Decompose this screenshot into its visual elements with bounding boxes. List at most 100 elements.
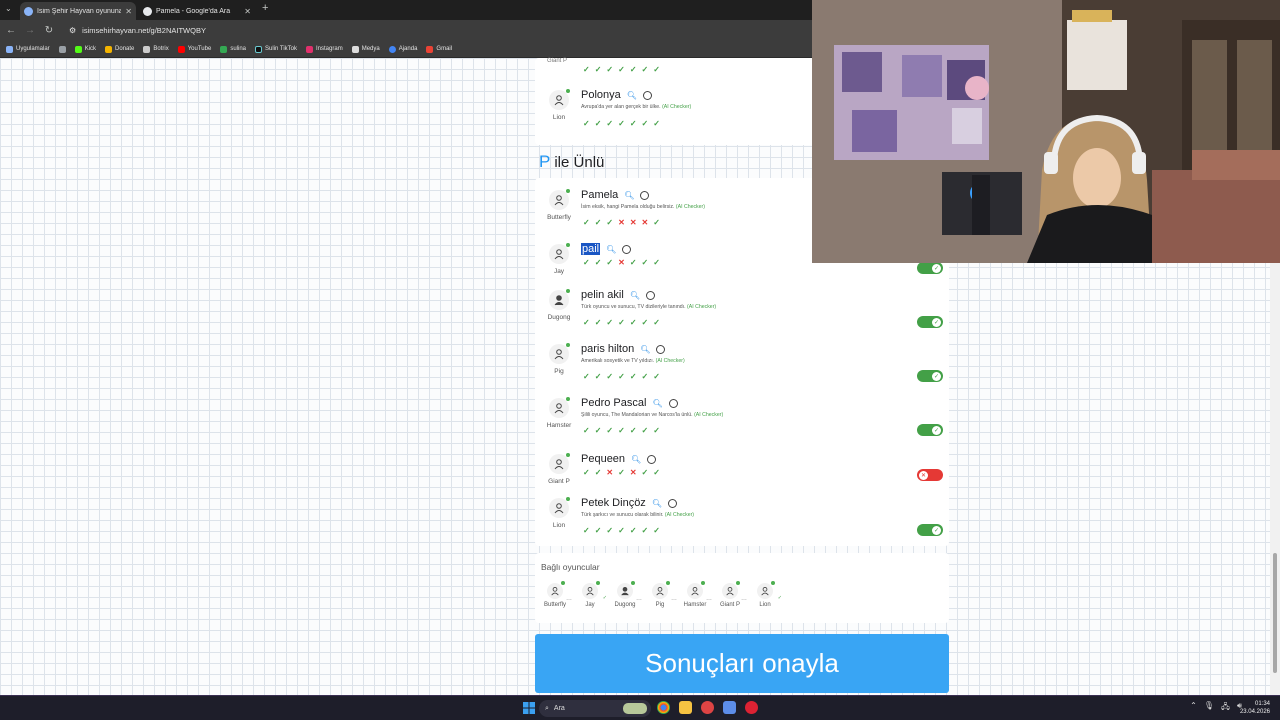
vote-ok-icon[interactable]: ✓ xyxy=(595,372,602,381)
windows-start-icon[interactable] xyxy=(523,702,535,714)
vote-ok-icon[interactable]: ✓ xyxy=(606,526,613,535)
vote-ok-icon[interactable]: ✓ xyxy=(595,526,602,535)
vote-ok-icon[interactable]: ✓ xyxy=(630,318,637,327)
confirm-results-button[interactable]: Sonuçları onayla xyxy=(535,634,949,693)
vote-ok-icon[interactable]: ✓ xyxy=(642,372,649,381)
vote-ok-icon[interactable]: ✓ xyxy=(618,468,625,477)
vote-ok-icon[interactable]: ✓ xyxy=(653,468,660,477)
vote-ok-icon[interactable]: ✓ xyxy=(653,426,660,435)
vote-ok-icon[interactable]: ✓ xyxy=(583,218,590,227)
close-tab-icon[interactable]: ✕ xyxy=(244,7,251,16)
close-tab-icon[interactable]: ✕ xyxy=(125,7,132,16)
taskbar-clock[interactable]: 01:34 23.04.2026 xyxy=(1240,700,1270,716)
vote-ok-icon[interactable]: ✓ xyxy=(618,119,625,128)
network-icon[interactable]: 🖧︎ xyxy=(1221,701,1230,715)
reaction-icon[interactable] xyxy=(656,344,666,354)
tab-isimsehirhayvan[interactable]: İsim Şehir Hayvan oyununa kat ✕ xyxy=(20,2,136,20)
vote-ok-icon[interactable]: ✓ xyxy=(618,526,625,535)
search-icon[interactable]: 🔍︎ xyxy=(640,345,650,354)
vote-reject-icon[interactable]: ✕ xyxy=(642,218,649,227)
accept-toggle-on[interactable]: ✓ xyxy=(917,524,943,536)
bookmark-medya[interactable]: Medya xyxy=(351,45,380,53)
site-info-icon[interactable]: ⚙ xyxy=(69,26,76,35)
reaction-icon[interactable] xyxy=(622,244,632,254)
search-icon[interactable]: 🔍︎ xyxy=(652,399,662,408)
vote-ok-icon[interactable]: ✓ xyxy=(642,119,649,128)
bookmark-ajanda[interactable]: Ajanda xyxy=(388,45,417,53)
vote-reject-icon[interactable]: ✕ xyxy=(618,218,625,227)
app-red-icon[interactable] xyxy=(701,701,714,714)
vote-ok-icon[interactable]: ✓ xyxy=(606,218,613,227)
vote-ok-icon[interactable]: ✓ xyxy=(653,526,660,535)
reaction-icon[interactable] xyxy=(667,498,677,508)
search-icon[interactable]: 🔍︎ xyxy=(630,291,640,300)
vote-ok-icon[interactable]: ✓ xyxy=(606,65,613,74)
bookmark-tiktok[interactable]: Sulin TikTok xyxy=(255,45,297,53)
vote-reject-icon[interactable]: ✕ xyxy=(606,468,613,477)
reaction-icon[interactable] xyxy=(640,190,650,200)
accept-toggle-on[interactable]: ✓ xyxy=(917,262,943,274)
vote-ok-icon[interactable]: ✓ xyxy=(653,372,660,381)
vote-ok-icon[interactable]: ✓ xyxy=(630,258,637,267)
back-icon[interactable]: ← xyxy=(3,25,19,36)
vote-ok-icon[interactable]: ✓ xyxy=(583,372,590,381)
vote-ok-icon[interactable]: ✓ xyxy=(618,65,625,74)
vote-ok-icon[interactable]: ✓ xyxy=(595,65,602,74)
vote-ok-icon[interactable]: ✓ xyxy=(583,119,590,128)
app-record-icon[interactable] xyxy=(745,701,758,714)
vote-ok-icon[interactable]: ✓ xyxy=(642,65,649,74)
vote-ok-icon[interactable]: ✓ xyxy=(583,468,590,477)
vote-ok-icon[interactable]: ✓ xyxy=(642,468,649,477)
search-icon[interactable]: 🔍︎ xyxy=(627,91,637,100)
taskbar-search[interactable]: ⌕ Ara xyxy=(539,700,651,717)
vote-ok-icon[interactable]: ✓ xyxy=(618,426,625,435)
accept-toggle-on[interactable]: ✓ xyxy=(917,370,943,382)
bookmark-youtube[interactable]: YouTube xyxy=(177,45,211,53)
bookmark-donate[interactable]: Donate xyxy=(105,45,134,53)
bookmark-instagram[interactable]: Instagram xyxy=(306,45,343,53)
vote-ok-icon[interactable]: ✓ xyxy=(630,372,637,381)
vote-ok-icon[interactable]: ✓ xyxy=(618,372,625,381)
vote-ok-icon[interactable]: ✓ xyxy=(606,258,613,267)
search-icon[interactable]: 🔍︎ xyxy=(652,499,662,508)
vote-ok-icon[interactable]: ✓ xyxy=(642,526,649,535)
bookmark-botrix[interactable]: Botrix xyxy=(143,45,169,53)
vote-ok-icon[interactable]: ✓ xyxy=(606,119,613,128)
vote-ok-icon[interactable]: ✓ xyxy=(653,65,660,74)
vote-ok-icon[interactable]: ✓ xyxy=(630,119,637,128)
vote-ok-icon[interactable]: ✓ xyxy=(595,258,602,267)
vote-ok-icon[interactable]: ✓ xyxy=(642,426,649,435)
reaction-icon[interactable] xyxy=(647,454,657,464)
vote-ok-icon[interactable]: ✓ xyxy=(642,318,649,327)
search-icon[interactable]: 🔍︎ xyxy=(606,245,616,254)
forward-icon[interactable]: → xyxy=(22,25,38,36)
tab-google-search[interactable]: Pamela - Google'da Ara ✕ xyxy=(139,2,255,20)
app-blue-icon[interactable] xyxy=(723,701,736,714)
vote-ok-icon[interactable]: ✓ xyxy=(595,426,602,435)
bookmark-apps[interactable]: Uygulamalar xyxy=(6,45,50,53)
chrome-icon[interactable] xyxy=(657,701,670,714)
reload-icon[interactable]: ↻ xyxy=(41,25,57,36)
vote-ok-icon[interactable]: ✓ xyxy=(630,426,637,435)
vote-ok-icon[interactable]: ✓ xyxy=(595,318,602,327)
vote-ok-icon[interactable]: ✓ xyxy=(583,426,590,435)
vote-ok-icon[interactable]: ✓ xyxy=(583,318,590,327)
tab-search-icon[interactable]: ⌄ xyxy=(5,4,12,13)
search-icon[interactable]: 🔍︎ xyxy=(631,455,641,464)
search-icon[interactable]: 🔍︎ xyxy=(624,191,634,200)
bookmark-gmail[interactable]: Gmail xyxy=(426,45,452,53)
vote-ok-icon[interactable]: ✓ xyxy=(653,258,660,267)
tray-chevron-icon[interactable]: ⌃ xyxy=(1190,701,1197,715)
accept-toggle-on[interactable]: ✓ xyxy=(917,316,943,328)
address-bar[interactable]: ⚙ isimsehirhayvan.net/g/B2NAITWQBY xyxy=(63,23,803,38)
vote-ok-icon[interactable]: ✓ xyxy=(630,526,637,535)
vote-ok-icon[interactable]: ✓ xyxy=(630,65,637,74)
vote-ok-icon[interactable]: ✓ xyxy=(595,468,602,477)
vote-ok-icon[interactable]: ✓ xyxy=(653,218,660,227)
vote-ok-icon[interactable]: ✓ xyxy=(583,258,590,267)
vote-ok-icon[interactable]: ✓ xyxy=(606,318,613,327)
vote-ok-icon[interactable]: ✓ xyxy=(595,218,602,227)
accept-toggle-off[interactable]: ✕ xyxy=(917,469,943,481)
scrollbar-thumb[interactable] xyxy=(1273,553,1277,673)
reaction-icon[interactable] xyxy=(645,290,655,300)
